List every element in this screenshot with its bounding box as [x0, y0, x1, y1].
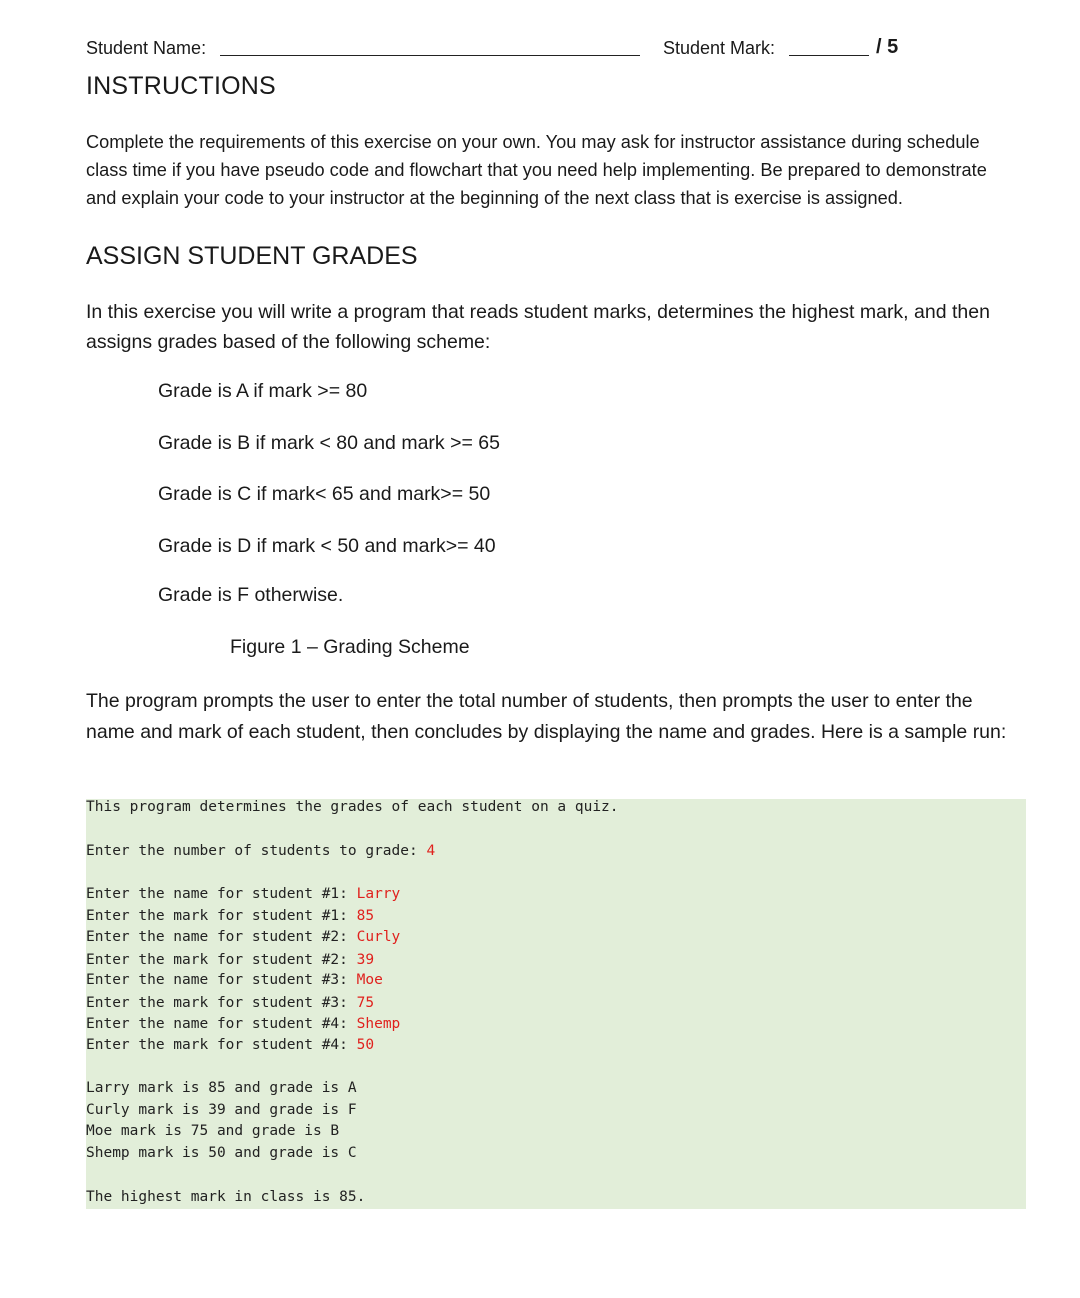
scheme-item-f: Grade is F otherwise.	[158, 584, 344, 606]
console-count-line: Enter the number of students to grade: 4	[86, 843, 435, 859]
console-user-input: Larry	[356, 886, 401, 902]
console-user-input: 75	[356, 995, 375, 1011]
instructions-paragraph: Complete the requirements of this exerci…	[86, 132, 987, 208]
exercise-heading: ASSIGN STUDENT GRADES	[86, 242, 418, 270]
scheme-item-d: Grade is D if mark < 50 and mark>= 40	[158, 535, 496, 557]
console-prompt: Enter the name for student #1:	[86, 886, 357, 902]
console-entry-line: Enter the name for student #1: Larry	[86, 886, 400, 902]
console-result-line: Moe mark is 75 and grade is B	[86, 1123, 340, 1139]
console-user-input: Shemp	[356, 1016, 401, 1032]
console-user-input: 39	[356, 952, 375, 968]
console-entry-line: Enter the name for student #4: Shemp	[86, 1016, 400, 1032]
console-summary: The highest mark in class is 85.	[86, 1189, 366, 1205]
console-prompt: Enter the name for student #4:	[86, 1016, 357, 1032]
exercise-intro: In this exercise you will write a progra…	[86, 301, 990, 353]
console-prompt: Enter the name for student #2:	[86, 929, 357, 945]
console-prompt: Enter the name for student #3:	[86, 972, 357, 988]
console-intro: This program determines the grades of ea…	[86, 799, 619, 815]
console-user-input: 4	[426, 843, 436, 859]
console-entry-line: Enter the mark for student #3: 75	[86, 995, 374, 1011]
sample-run-console: This program determines the grades of ea…	[86, 799, 1026, 1209]
console-prompt: Enter the mark for student #2:	[86, 952, 357, 968]
scheme-item-c: Grade is C if mark< 65 and mark>= 50	[158, 483, 491, 505]
mark-total: / 5	[876, 36, 899, 58]
console-prompt: Enter the mark for student #1:	[86, 908, 357, 924]
console-prompt: Enter the number of students to grade:	[86, 843, 427, 859]
figure-caption: Figure 1 – Grading Scheme	[230, 636, 470, 658]
program-description: The program prompts the user to enter th…	[86, 690, 1007, 743]
console-user-input: 50	[356, 1037, 375, 1053]
console-entry-line: Enter the name for student #2: Curly	[86, 929, 400, 945]
console-prompt: Enter the mark for student #3:	[86, 995, 357, 1011]
student-name-blank	[220, 55, 640, 56]
console-user-input: 85	[356, 908, 375, 924]
student-name-label: Student Name:	[86, 38, 207, 58]
scheme-item-a: Grade is A if mark >= 80	[158, 380, 368, 402]
console-result-line: Curly mark is 39 and grade is F	[86, 1102, 357, 1118]
instructions-heading: INSTRUCTIONS	[86, 72, 276, 100]
console-result-line: Larry mark is 85 and grade is A	[86, 1080, 357, 1096]
console-entry-line: Enter the mark for student #2: 39	[86, 952, 374, 968]
console-entry-line: Enter the mark for student #1: 85	[86, 908, 374, 924]
console-prompt: Enter the mark for student #4:	[86, 1037, 357, 1053]
console-user-input: Curly	[356, 929, 401, 945]
student-mark-blank	[789, 55, 869, 56]
scheme-item-b: Grade is B if mark < 80 and mark >= 65	[158, 432, 500, 454]
console-entry-line: Enter the mark for student #4: 50	[86, 1037, 374, 1053]
console-entry-line: Enter the name for student #3: Moe	[86, 972, 383, 988]
console-user-input: Moe	[356, 972, 383, 988]
student-header: Student Name: Student Mark: / 5	[86, 36, 1026, 64]
console-result-line: Shemp mark is 50 and grade is C	[86, 1145, 357, 1161]
student-mark-label: Student Mark:	[663, 38, 776, 58]
